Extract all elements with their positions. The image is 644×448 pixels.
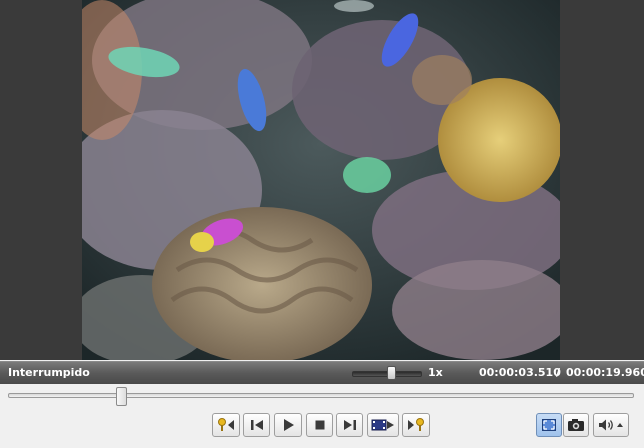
stop-icon — [315, 420, 324, 430]
previous-frame-button[interactable] — [243, 413, 270, 437]
volume-icon — [599, 419, 613, 431]
mark-out-icon — [408, 418, 424, 431]
volume-button[interactable] — [593, 413, 629, 437]
mark-in-icon — [218, 418, 234, 431]
fullscreen-icon — [542, 419, 556, 431]
speed-label: 1x — [428, 366, 443, 379]
seek-handle[interactable] — [116, 387, 128, 406]
video-frame[interactable] — [82, 0, 560, 360]
snapshot-button[interactable] — [563, 413, 589, 437]
film-strip-icon — [371, 419, 394, 431]
next-frame-icon — [343, 420, 356, 430]
camera-icon — [568, 419, 584, 431]
play-icon — [284, 419, 294, 431]
mark-in-button[interactable] — [212, 413, 240, 437]
time-separator: / — [556, 366, 561, 379]
fullscreen-button[interactable] — [536, 413, 562, 437]
stop-button[interactable] — [306, 413, 333, 437]
speed-slider-handle[interactable] — [387, 366, 397, 380]
playback-status: Interrumpido — [8, 366, 90, 379]
seek-bar[interactable] — [8, 393, 634, 398]
play-button[interactable] — [274, 413, 302, 437]
current-time: 00:00:03.510 — [479, 366, 561, 379]
video-area[interactable] — [0, 0, 644, 360]
next-frame-button[interactable] — [336, 413, 363, 437]
previous-frame-icon — [250, 420, 263, 430]
seek-area[interactable] — [0, 384, 644, 408]
mark-out-button[interactable] — [402, 413, 430, 437]
film-strip-button[interactable] — [367, 413, 399, 437]
aquarium-video-image — [82, 0, 560, 360]
status-bar: Interrumpido 1x 00:00:03.510 / 00:00:19.… — [0, 361, 644, 384]
menu-arrow-icon[interactable] — [616, 421, 624, 429]
total-time: 00:00:19.960 — [566, 366, 644, 379]
